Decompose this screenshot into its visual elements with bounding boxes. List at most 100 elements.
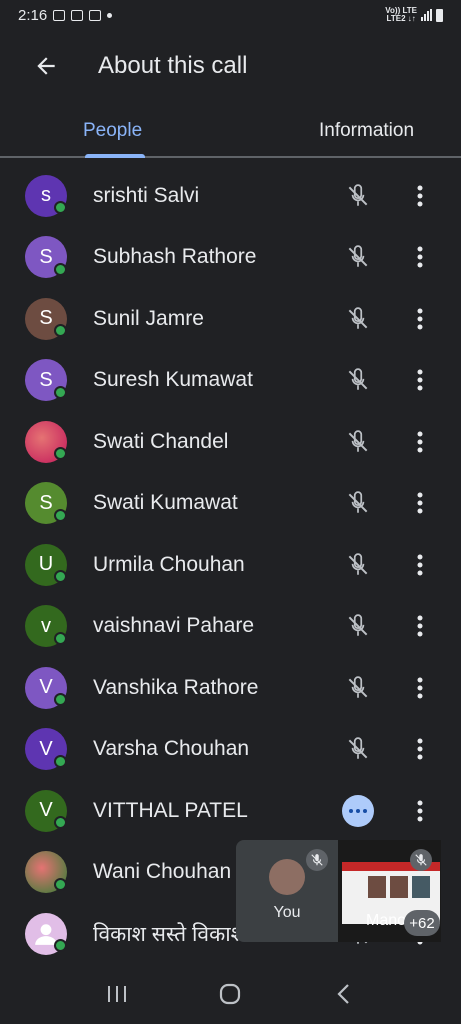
picture-in-picture[interactable]: You Manoj +62 (236, 840, 441, 942)
online-status-dot (54, 508, 67, 522)
participant-name: Varsha Chouhan (93, 737, 250, 761)
tab-people[interactable]: People (0, 106, 272, 158)
participant-name: Suresh Kumawat (93, 368, 253, 392)
participant-row[interactable]: S Subhash Rathore (0, 227, 461, 289)
arrow-back-icon (37, 57, 55, 75)
participant-row[interactable]: S Suresh Kumawat (0, 350, 461, 412)
mic-off-icon (338, 483, 378, 523)
participant-row[interactable]: V Vanshika Rathore (0, 657, 461, 719)
signal-icon (421, 9, 432, 21)
participant-row[interactable]: U Urmila Chouhan (0, 534, 461, 596)
participant-name: srishti Salvi (93, 183, 200, 207)
more-vert-icon (417, 185, 423, 207)
gallery-icon (53, 9, 66, 21)
notification-dot-icon (107, 12, 113, 18)
participant-row[interactable]: s srishti Salvi (0, 165, 461, 227)
more-options-button[interactable] (404, 729, 436, 769)
more-vert-icon (417, 554, 423, 576)
mic-off-icon (338, 606, 378, 646)
participant-name: Sunil Jamre (93, 306, 204, 330)
more-vert-icon (417, 492, 423, 514)
more-options-button[interactable] (404, 176, 436, 216)
status-bar: 2:16 Vo)) LTE LTE2 ↓↑ (0, 0, 461, 30)
participant-name: Subhash Rathore (93, 245, 257, 269)
more-vert-icon (417, 308, 423, 330)
participant-name: Swati Kumawat (93, 491, 238, 515)
more-vert-icon (417, 246, 423, 268)
participant-name: vaishnavi Pahare (93, 614, 255, 638)
more-vert-icon (417, 738, 423, 760)
more-vert-icon (417, 431, 423, 453)
online-status-dot (54, 939, 67, 952)
mic-off-icon (338, 176, 378, 216)
page-title: About this call (98, 52, 248, 79)
more-vert-icon (417, 615, 423, 637)
self-tile[interactable]: You (236, 840, 338, 942)
mic-off-icon (338, 729, 378, 769)
participant-row[interactable]: v vaishnavi Pahare (0, 596, 461, 658)
home-button[interactable] (210, 974, 250, 1014)
online-status-dot (54, 570, 67, 583)
online-status-dot (54, 631, 67, 645)
self-label: You (273, 904, 301, 921)
more-participants-badge: +62 (404, 910, 440, 936)
message-icon (71, 9, 84, 21)
more-options-button[interactable] (404, 606, 436, 646)
more-vert-icon (417, 677, 423, 699)
more-options-button[interactable] (404, 483, 436, 523)
online-status-dot (54, 816, 67, 829)
more-options-button[interactable] (404, 422, 436, 462)
participant-row[interactable]: Swati Chandel (0, 411, 461, 473)
more-options-button[interactable] (404, 299, 436, 339)
participant-name: Vanshika Rathore (93, 675, 259, 699)
mic-off-icon (338, 668, 378, 708)
recent-apps-icon (107, 986, 126, 1002)
network-indicator: Vo)) LTE LTE2 ↓↑ (385, 6, 417, 23)
system-nav-bar (0, 964, 461, 1024)
online-status-dot (54, 324, 67, 337)
more-vert-icon (417, 369, 423, 391)
app-bar: About this call (0, 38, 461, 94)
participant-row[interactable]: V VITTHAL PATEL (0, 780, 461, 842)
chevron-left-icon (337, 984, 349, 1004)
participant-name: विकाश सस्ते विकाश (93, 922, 245, 946)
more-options-button[interactable] (404, 237, 436, 277)
back-button[interactable] (18, 38, 74, 94)
tab-information[interactable]: Information (272, 106, 461, 156)
system-back-button[interactable] (324, 974, 364, 1014)
more-vert-icon (417, 800, 423, 822)
mic-off-icon (306, 849, 328, 871)
more-options-button[interactable] (404, 360, 436, 400)
home-icon (220, 983, 241, 1005)
online-status-dot (54, 754, 67, 768)
calendar-icon (89, 9, 102, 21)
battery-icon (436, 8, 443, 22)
online-status-dot (54, 877, 67, 891)
talking-indicator-icon (338, 791, 378, 831)
mic-off-icon (338, 299, 378, 339)
self-avatar (269, 859, 305, 895)
mic-off-icon (410, 849, 432, 871)
recent-apps-button[interactable] (97, 974, 137, 1014)
mic-off-icon (338, 360, 378, 400)
share-presenter-label: Manoj (366, 912, 410, 929)
online-status-dot (54, 693, 67, 706)
participant-name: VITTHAL PATEL (93, 798, 248, 822)
online-status-dot (54, 201, 67, 214)
online-status-dot (54, 385, 67, 399)
participant-row[interactable]: S Sunil Jamre (0, 288, 461, 350)
more-options-button[interactable] (404, 791, 436, 831)
participant-name: Swati Chandel (93, 429, 229, 453)
online-status-dot (54, 262, 67, 276)
more-options-button[interactable] (404, 545, 436, 585)
participant-name: Urmila Chouhan (93, 552, 245, 576)
participant-row[interactable]: S Swati Kumawat (0, 473, 461, 535)
screen-share-tile[interactable]: Manoj +62 (338, 840, 441, 942)
more-options-button[interactable] (404, 668, 436, 708)
tab-bar: People Information (0, 106, 461, 158)
participant-name: Wani Chouhan (93, 860, 232, 884)
online-status-dot (54, 447, 67, 460)
mic-off-icon (338, 545, 378, 585)
participant-row[interactable]: V Varsha Chouhan (0, 719, 461, 781)
mic-off-icon (338, 422, 378, 462)
